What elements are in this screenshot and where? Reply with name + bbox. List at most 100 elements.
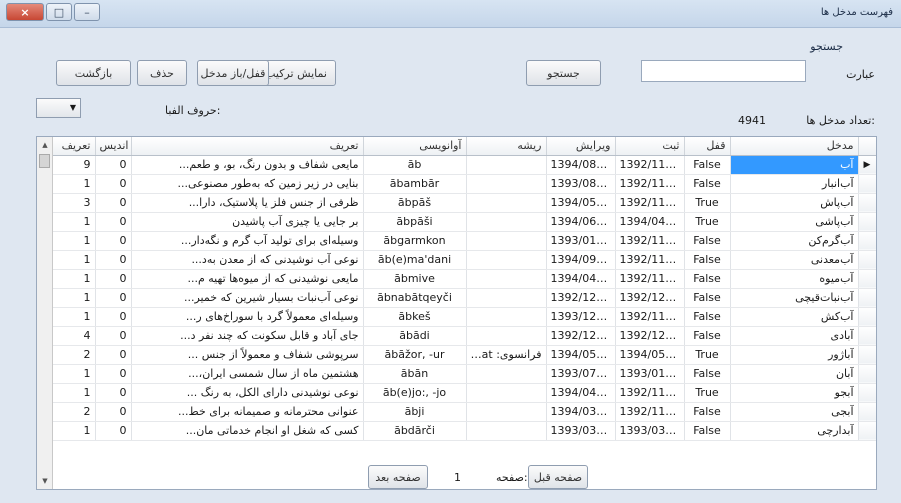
row-header[interactable] (858, 231, 876, 251)
table-cell[interactable]: نوعی آب‌نبات بسیار شیرین که خمیر... (131, 288, 364, 308)
table-cell[interactable]: āb(e)ma'dani (363, 250, 467, 270)
col-header[interactable]: ریشه (466, 137, 547, 156)
table-cell[interactable]: 1392/12/18 (546, 326, 616, 346)
table-cell[interactable]: 0 (95, 212, 132, 232)
table-cell[interactable]: 1393/03/22 (615, 421, 685, 441)
row-header[interactable] (858, 250, 876, 270)
table-cell[interactable]: 1394/06/17 (546, 212, 616, 232)
table-cell[interactable] (466, 250, 547, 270)
search-button[interactable]: جستجو (526, 60, 601, 86)
table-cell[interactable]: 1393/03/23 (546, 421, 616, 441)
table-cell[interactable] (466, 288, 547, 308)
row-header[interactable] (858, 288, 876, 308)
table-cell[interactable]: 0 (95, 288, 132, 308)
table-cell[interactable]: آبدارچی (730, 421, 859, 441)
table-cell[interactable]: 1 (53, 307, 96, 327)
row-header[interactable] (858, 345, 876, 365)
table-cell[interactable]: آبادی (730, 326, 859, 346)
table-cell[interactable]: True (684, 193, 731, 213)
table-cell[interactable]: 9 (53, 155, 96, 175)
scroll-up-icon[interactable]: ▲ (37, 137, 53, 153)
table-cell[interactable]: False (684, 231, 731, 251)
table-cell[interactable]: آباژور (730, 345, 859, 365)
table-cell[interactable]: 1393/12/26 (546, 307, 616, 327)
table-cell[interactable]: 0 (95, 326, 132, 346)
table-cell[interactable]: True (684, 212, 731, 232)
table-cell[interactable]: 1393/01/26 (546, 231, 616, 251)
table-cell[interactable]: نوعی آب نوشیدنی که از معدن به‌د... (131, 250, 364, 270)
table-cell[interactable]: آب‌گرم‌کن (730, 231, 859, 251)
lock-entry-button[interactable]: قفل/باز مدخل (197, 60, 269, 86)
table-cell[interactable]: ābambār (363, 174, 467, 194)
table-row[interactable]: 2 0 عنوانی محترمانه و صمیمانه برای خط... āb… (53, 402, 876, 422)
table-cell[interactable]: 1 (53, 421, 96, 441)
table-cell[interactable]: آب‌پاش (730, 193, 859, 213)
col-header[interactable]: اندیس (95, 137, 132, 156)
table-cell[interactable] (466, 212, 547, 232)
col-header[interactable]: ویرایش (546, 137, 616, 156)
table-cell[interactable]: 1 (53, 269, 96, 289)
table-cell[interactable]: 0 (95, 250, 132, 270)
table-cell[interactable] (466, 174, 547, 194)
row-header[interactable] (858, 421, 876, 441)
table-cell[interactable]: 1 (53, 364, 96, 384)
minimize-button[interactable]: – (74, 3, 100, 21)
table-cell[interactable]: False (684, 250, 731, 270)
table-cell[interactable]: وسیله‌ای برای تولید آب گرم و نگه‌دار... (131, 231, 364, 251)
table-cell[interactable]: ābdārči (363, 421, 467, 441)
table-cell[interactable]: 1394/04/11 (546, 383, 616, 403)
table-cell[interactable]: 1392/11/19 (615, 250, 685, 270)
table-cell[interactable] (466, 402, 547, 422)
table-cell[interactable]: 1392/11/19 (615, 174, 685, 194)
row-header[interactable] (858, 402, 876, 422)
table-row[interactable]: 1 0 نوعی آب نوشیدنی که از معدن به‌د... āb(e… (53, 250, 876, 270)
table-cell[interactable]: 1394/08/11 (546, 155, 616, 175)
table-cell[interactable]: 1394/05/02 (615, 345, 685, 365)
prev-page-button[interactable]: صفحه قبل (528, 465, 588, 489)
table-cell[interactable]: آبجی (730, 402, 859, 422)
table-row[interactable]: 1 0 وسیله‌ای برای تولید آب گرم و نگه‌دار..… (53, 231, 876, 251)
table-cell[interactable]: 1392/11/17 (615, 155, 685, 175)
table-cell[interactable]: 1392/12/17 (615, 326, 685, 346)
table-cell[interactable]: 1393/01/25 (615, 364, 685, 384)
table-cell[interactable]: وسیله‌ای معمولاً گرد با سوراخ‌های ر... (131, 307, 364, 327)
table-cell[interactable]: 1392/11/19 (615, 307, 685, 327)
table-cell[interactable]: 1 (53, 231, 96, 251)
next-page-button[interactable]: صفحه بعد (368, 465, 428, 489)
table-cell[interactable]: 1394/05/14 (546, 345, 616, 365)
table-row[interactable]: 1 0 نوعی آب‌نبات بسیار شیرین که خمیر... ābn… (53, 288, 876, 308)
table-cell[interactable]: هشتمین ماه از سال شمسی ایران،... (131, 364, 364, 384)
table-cell[interactable]: فرانسوی: abat-... (466, 345, 547, 365)
col-header[interactable]: تعریف (131, 137, 364, 156)
table-cell[interactable]: ābpāši (363, 212, 467, 232)
table-cell[interactable]: آب‌کش (730, 307, 859, 327)
table-cell[interactable]: 1392/11/18 (615, 383, 685, 403)
table-cell[interactable] (466, 269, 547, 289)
table-cell[interactable]: 0 (95, 307, 132, 327)
table-cell[interactable] (466, 193, 547, 213)
table-cell[interactable]: آب‌میوه (730, 269, 859, 289)
table-row[interactable]: 4 0 جای آباد و قابل سکونت که چند نفر د... ā… (53, 326, 876, 346)
table-cell[interactable] (466, 383, 547, 403)
table-cell[interactable]: 1392/11/23 (615, 231, 685, 251)
table-cell[interactable]: آب‌پاشی (730, 212, 859, 232)
table-row[interactable]: 3 0 ظرفی از جنس فلز یا پلاستیک، دارا... ābp… (53, 193, 876, 213)
table-cell[interactable]: آبان (730, 364, 859, 384)
alphabet-select[interactable]: ▼ (36, 98, 81, 118)
table-cell[interactable]: مایعی نوشیدنی که از میوه‌ها تهیه م... (131, 269, 364, 289)
table-cell[interactable]: 1394/03/01 (546, 402, 616, 422)
table-cell[interactable]: 2 (53, 402, 96, 422)
table-cell[interactable] (466, 155, 547, 175)
table-cell[interactable] (466, 307, 547, 327)
table-row[interactable]: 1 0 کسی که شغل او انجام خدماتی مان... ābdār… (53, 421, 876, 441)
scroll-thumb[interactable] (39, 154, 50, 168)
row-header[interactable] (858, 383, 876, 403)
table-cell[interactable]: ābgarmkon (363, 231, 467, 251)
col-header[interactable]: آوانویسی (363, 137, 467, 156)
table-cell[interactable]: 1 (53, 212, 96, 232)
table-cell[interactable]: False (684, 364, 731, 384)
table-cell[interactable]: بر جایی یا چیزی آب پاشیدن (131, 212, 364, 232)
table-cell[interactable] (466, 364, 547, 384)
table-cell[interactable]: 0 (95, 402, 132, 422)
table-cell[interactable]: 1394/09/02 (546, 250, 616, 270)
